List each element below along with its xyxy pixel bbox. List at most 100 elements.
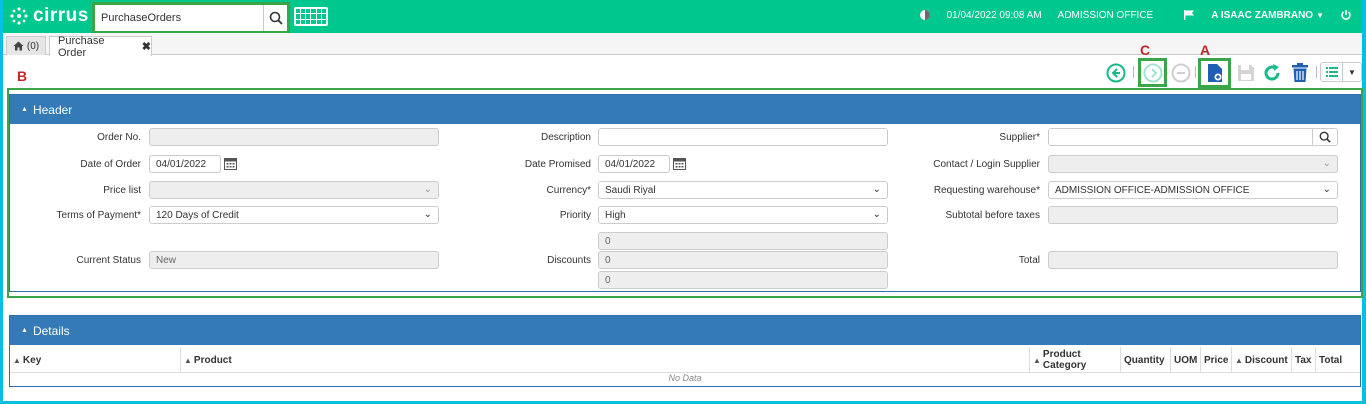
tab-purchase-order[interactable]: Purchase Order ✖ [49,34,152,59]
priority-select[interactable]: High ⌄ [598,206,888,224]
annotation-c: C [1140,42,1151,58]
column-product[interactable]: ▲︎ Product [181,347,1030,373]
minus-circle-icon [1171,63,1191,83]
warehouse-label: Requesting warehouse* [933,185,1040,196]
empty-table-message: No Data [668,373,702,383]
toolbar-separator [1195,66,1196,78]
supplier-search-button[interactable] [1312,129,1337,145]
tab-label: Purchase Order [58,34,105,59]
office-name: ADMISSION OFFICE [1057,9,1154,21]
column-total[interactable]: Total [1316,347,1360,373]
global-search [92,2,290,34]
top-right-status: 01/04/2022 09:08 AM ADMISSION OFFICE A I… [903,0,1352,30]
new-document-button[interactable] [1204,62,1226,84]
chevron-down-icon: ⌄ [1322,184,1331,195]
priority-value: High [605,209,626,221]
price-list-select[interactable]: ⌄ [149,181,439,199]
column-tax[interactable]: Tax [1292,347,1316,373]
refresh-icon [1264,64,1280,81]
contact-select[interactable]: ⌄ [1048,155,1338,173]
collapse-icon: ▲ [21,106,28,113]
trash-icon [1292,63,1308,82]
details-panel-toggle[interactable]: ▲ Details [10,316,1360,345]
refresh-button[interactable] [1261,62,1283,84]
currency-select[interactable]: Saudi Riyal ⌄ [598,181,888,199]
contact-label: Contact / Login Supplier [933,159,1040,170]
column-quantity[interactable]: Quantity [1121,347,1171,373]
column-price[interactable]: Price [1201,347,1232,373]
subtotal-field[interactable] [1048,206,1338,224]
total-label: Total [1018,255,1040,266]
date-promised-field[interactable]: 04/01/2022 [598,155,686,173]
cirrus-logo[interactable]: cirrus [9,5,89,27]
description-field[interactable] [598,128,888,146]
calendar-icon[interactable] [673,157,686,170]
calendar-icon[interactable] [224,157,237,170]
column-tax-label: Tax [1295,354,1312,366]
discount-field-3[interactable]: 0 [598,271,888,289]
list-view-dropdown[interactable]: ▼ [1320,62,1362,82]
next-button[interactable] [1142,62,1164,84]
arrow-left-circle-icon [1106,63,1126,83]
column-quantity-label: Quantity [1124,354,1165,366]
current-status-field[interactable]: New [149,251,439,269]
warehouse-select[interactable]: ADMISSION OFFICE-ADMISSION OFFICE ⌄ [1048,181,1338,199]
tab-home[interactable]: (0) [6,36,46,55]
collapse-icon: ▲ [21,327,28,334]
supplier-field[interactable] [1048,128,1338,146]
terms-value: 120 Days of Credit [156,209,239,221]
flag-button[interactable] [1183,9,1195,21]
search-button[interactable] [263,5,287,31]
date-of-order-value: 04/01/2022 [156,158,207,170]
order-no-field[interactable] [149,128,439,146]
chevron-down-icon: ⌄ [423,209,432,220]
new-document-icon [1208,64,1222,82]
save-button[interactable] [1235,62,1257,84]
currency-value: Saudi Riyal [605,184,656,196]
header-panel-title: Header [32,102,73,117]
chevron-down-icon: ⌄ [423,184,432,195]
flag-icon [1184,10,1195,20]
close-icon[interactable]: ✖ [142,40,151,53]
warehouse-value: ADMISSION OFFICE-ADMISSION OFFICE [1055,184,1250,196]
globe-icon [919,10,930,20]
column-uom[interactable]: UOM [1171,347,1201,373]
annotation-b: B [17,68,28,84]
sort-icon: ▲︎ [13,355,21,365]
sort-icon: ▲︎ [184,355,192,365]
back-button[interactable] [1105,62,1127,84]
app-frame: cirrus 01/04/2022 09:08 A [3,0,1363,401]
caret-down-icon: ▼ [1316,10,1324,20]
header-panel-toggle[interactable]: ▲ Header [10,95,1360,124]
date-promised-value: 04/01/2022 [605,158,656,170]
list-icon [1321,63,1343,81]
terms-label: Terms of Payment* [56,210,141,221]
column-discount[interactable]: ▲︎ Discount [1232,347,1292,373]
column-discount-label: Discount [1244,354,1288,366]
remove-button[interactable] [1170,62,1192,84]
date-promised-label: Date Promised [524,159,591,170]
column-uom-label: UOM [1174,354,1198,366]
search-input[interactable] [95,5,263,31]
annotation-a: A [1200,42,1211,58]
description-label: Description [540,132,591,143]
chevron-down-icon: ⌄ [872,184,881,195]
discount-field-1[interactable]: 0 [598,232,888,250]
date-of-order-field[interactable]: 04/01/2022 [149,155,237,173]
column-price-label: Price [1204,354,1229,366]
total-field[interactable] [1048,251,1338,269]
column-key[interactable]: ▲︎ Key [10,347,181,373]
terms-select[interactable]: 120 Days of Credit ⌄ [149,206,439,224]
discount-field-2[interactable]: 0 [598,251,888,269]
keyboard-icon[interactable] [294,7,328,26]
current-status-label: Current Status [76,255,141,266]
user-menu[interactable]: A ISAAC ZAMBRANO ▼ [1211,10,1324,21]
delete-button[interactable] [1289,62,1311,84]
power-button[interactable] [1340,9,1352,21]
toolbar-separator [1133,66,1134,78]
toolbar-separator [1316,66,1317,78]
save-icon [1238,65,1254,81]
top-bar: cirrus 01/04/2022 09:08 A [3,0,1362,34]
globe-status[interactable] [919,9,931,21]
column-product-category[interactable]: ▲︎ Product Category [1030,347,1121,373]
